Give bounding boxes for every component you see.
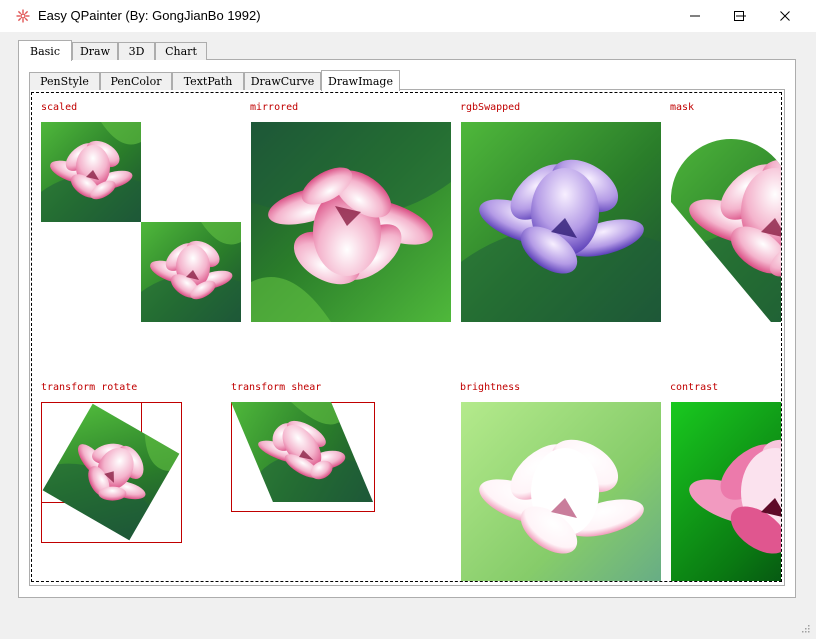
label-scaled: scaled: [41, 102, 78, 113]
contrast-image: [671, 402, 781, 581]
resize-grip-icon[interactable]: [800, 623, 810, 633]
app-icon: [16, 9, 30, 23]
tab-chart[interactable]: Chart: [155, 42, 207, 60]
tab-drawimage[interactable]: DrawImage: [321, 70, 400, 91]
label-brightness: brightness: [460, 382, 521, 393]
maximize-icon: [734, 11, 744, 21]
draw-image-canvas: scaled mirrored rgbSwapped mask transfor…: [31, 92, 782, 582]
mask-image: [671, 139, 781, 322]
transform-shear-image: [231, 402, 373, 502]
label-contrast: contrast: [670, 382, 719, 393]
label-mirrored: mirrored: [250, 102, 299, 113]
tab-penstyle[interactable]: PenStyle: [29, 72, 100, 90]
tab-basic[interactable]: Basic: [18, 40, 72, 61]
minimize-button-area[interactable]: [672, 0, 718, 32]
close-icon: [780, 11, 790, 21]
mirrored-image: [251, 122, 451, 322]
maximize-button-area[interactable]: [716, 0, 762, 32]
label-rgbswapped: rgbSwapped: [460, 102, 521, 113]
scaled-image-small: [41, 122, 141, 222]
brightness-image: [461, 402, 661, 581]
transform-rotate-image: [42, 403, 180, 541]
close-button[interactable]: [762, 0, 808, 32]
label-transform-rotate: transform rotate: [41, 382, 138, 393]
label-transform-shear: transform shear: [231, 382, 322, 393]
tab-3d[interactable]: 3D: [118, 42, 155, 60]
label-mask: mask: [670, 102, 695, 113]
tab-drawcurve[interactable]: DrawCurve: [244, 72, 321, 90]
minimize-icon-2: [690, 15, 700, 17]
scaled-image-copy: [141, 222, 241, 322]
rgbswapped-image: [461, 122, 661, 322]
tab-pencolor[interactable]: PenColor: [100, 72, 172, 90]
tab-textpath[interactable]: TextPath: [172, 72, 244, 90]
tab-draw[interactable]: Draw: [72, 42, 118, 60]
window-title: Easy QPainter (By: GongJianBo 1992): [38, 8, 261, 23]
